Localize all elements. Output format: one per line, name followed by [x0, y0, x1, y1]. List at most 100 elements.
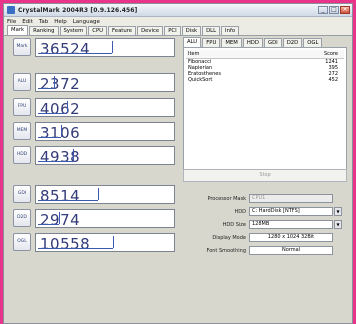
- menu-bar: File Edit Tab Help Language: [4, 17, 352, 26]
- hdd-score-tick: [73, 149, 74, 161]
- processor-mask-label: Processor Mask: [207, 196, 246, 202]
- main-tabs: Mark Ranking System CPU Feature Device P…: [4, 25, 352, 36]
- subtab-alu[interactable]: ALU: [183, 37, 202, 47]
- mem-score-tick: [61, 125, 62, 137]
- gdi-score: 8514: [40, 187, 81, 205]
- score-row-d2d: D2D 2974: [5, 208, 178, 230]
- d2d-score-box: 2974: [35, 209, 175, 229]
- alu-score-tick: [54, 76, 55, 88]
- close-button[interactable]: ×: [340, 6, 350, 14]
- processor-mask-row: Processor Mask CPU1: [183, 194, 347, 204]
- score-row-gdi: GDI 8514: [5, 184, 178, 206]
- tab-feature[interactable]: Feature: [108, 26, 137, 35]
- mark-run-button[interactable]: Mark: [13, 38, 31, 56]
- score-row-mark: Mark 36524: [5, 37, 178, 59]
- subtab-ogl[interactable]: OGL: [303, 38, 323, 47]
- table-header: Item Score: [186, 50, 344, 59]
- hdd-select[interactable]: C: HardDisk [NTFS]: [249, 207, 333, 216]
- hdd-run-button[interactable]: HDD: [13, 146, 31, 164]
- maximize-button[interactable]: □: [329, 6, 339, 14]
- tab-cpu[interactable]: CPU: [88, 26, 108, 35]
- mark-score-bar: [38, 53, 112, 54]
- hdd-score: 4938: [40, 148, 81, 166]
- mark-score-box: 36524: [35, 38, 175, 58]
- tab-system[interactable]: System: [59, 26, 88, 35]
- tab-dll[interactable]: DLL: [202, 26, 221, 35]
- score-row-mem: MEM 3106: [5, 121, 178, 143]
- chevron-down-icon[interactable]: ▼: [334, 220, 342, 229]
- subtab-hdd[interactable]: HDD: [242, 38, 263, 47]
- mem-score-bar: [38, 137, 61, 138]
- menu-help[interactable]: Help: [54, 19, 67, 25]
- gdi-score-box: 8514: [35, 185, 175, 205]
- score-row-alu: ALU 2372: [5, 72, 178, 94]
- tab-mark[interactable]: Mark: [7, 25, 29, 35]
- font-smoothing-row: Font Smoothing Normal: [183, 246, 347, 256]
- hdd-size-select[interactable]: 128MB: [249, 220, 333, 229]
- hdd-score-bar: [38, 161, 73, 162]
- mem-run-button[interactable]: MEM: [13, 122, 31, 140]
- tab-device[interactable]: Device: [137, 26, 164, 35]
- fpu-score: 4062: [40, 100, 81, 118]
- table-row[interactable]: QuickSort 452: [186, 77, 344, 83]
- ogl-run-button[interactable]: OGL: [13, 233, 31, 251]
- gdi-score-tick: [98, 188, 99, 200]
- hdd-score-box: 4938: [35, 146, 175, 166]
- alu-score: 2372: [40, 75, 81, 93]
- subtab-fpu[interactable]: FPU: [202, 38, 221, 47]
- font-smoothing-label: Font Smoothing: [206, 248, 247, 254]
- alu-run-button[interactable]: ALU: [13, 73, 31, 91]
- alu-score-box: 2372: [35, 73, 175, 93]
- subtab-d2d[interactable]: D2D: [282, 38, 303, 47]
- subtab-mem[interactable]: MEM: [221, 38, 242, 47]
- hdd-size-row: HDD Size 128MB ▼: [183, 220, 347, 230]
- display-mode-row: Display Mode 1280 x 1024 32Bit: [183, 233, 347, 243]
- d2d-score-bar: [38, 224, 59, 225]
- ogl-score-bar: [38, 248, 113, 249]
- mem-score-box: 3106: [35, 122, 175, 142]
- ogl-score-box: 10558: [35, 233, 175, 253]
- tab-disk[interactable]: Disk: [181, 26, 202, 35]
- display-mode-label: Display Mode: [212, 235, 246, 241]
- column-score[interactable]: Score: [286, 50, 342, 58]
- hdd-label: HDD: [234, 209, 246, 215]
- gdi-run-button[interactable]: GDI: [13, 185, 31, 203]
- menu-language[interactable]: Language: [73, 19, 100, 25]
- ogl-score-tick: [113, 236, 114, 248]
- app-icon: [7, 6, 15, 14]
- subtab-gdi[interactable]: GDI: [263, 38, 282, 47]
- menu-edit[interactable]: Edit: [22, 19, 33, 25]
- row-score: 452: [328, 77, 338, 83]
- window-title: CrystalMark 2004R3 [0.9.126.456]: [18, 6, 138, 14]
- column-item[interactable]: Item: [186, 50, 286, 58]
- d2d-score-tick: [59, 212, 60, 224]
- chevron-down-icon[interactable]: ▼: [334, 207, 342, 216]
- score-row-ogl: OGL 10558: [5, 232, 178, 254]
- fpu-score-box: 4062: [35, 98, 175, 118]
- mark-score: 36524: [40, 40, 91, 58]
- minimize-button[interactable]: _: [318, 6, 328, 14]
- tab-pci[interactable]: PCI: [164, 26, 181, 35]
- fpu-run-button[interactable]: FPU: [13, 98, 31, 116]
- stop-button[interactable]: Stop: [183, 169, 347, 182]
- title-bar: CrystalMark 2004R3 [0.9.126.456] _ □ ×: [4, 4, 352, 17]
- sub-tabs: ALU FPU MEM HDD GDI D2D OGL: [183, 37, 347, 47]
- results-table: Item Score Fibonacci 1241 Napierian 395 …: [183, 47, 347, 175]
- tab-ranking[interactable]: Ranking: [29, 26, 59, 35]
- fpu-score-tick: [67, 101, 68, 113]
- hdd-row: HDD C: HardDisk [NTFS] ▼: [183, 207, 347, 217]
- score-row-hdd: HDD 4938: [5, 145, 178, 167]
- menu-tab[interactable]: Tab: [39, 19, 48, 25]
- display-mode-value: 1280 x 1024 32Bit: [249, 233, 333, 242]
- d2d-run-button[interactable]: D2D: [13, 209, 31, 227]
- d2d-score: 2974: [40, 211, 81, 229]
- ogl-score: 10558: [40, 235, 91, 253]
- score-row-fpu: FPU 4062: [5, 97, 178, 119]
- menu-file[interactable]: File: [7, 19, 16, 25]
- tab-info[interactable]: Info: [221, 26, 240, 35]
- hdd-size-label: HDD Size: [222, 222, 246, 228]
- gdi-score-bar: [38, 200, 98, 201]
- processor-mask-field[interactable]: CPU1: [249, 194, 333, 203]
- row-item: QuickSort: [188, 77, 213, 83]
- alu-score-bar: [38, 88, 54, 89]
